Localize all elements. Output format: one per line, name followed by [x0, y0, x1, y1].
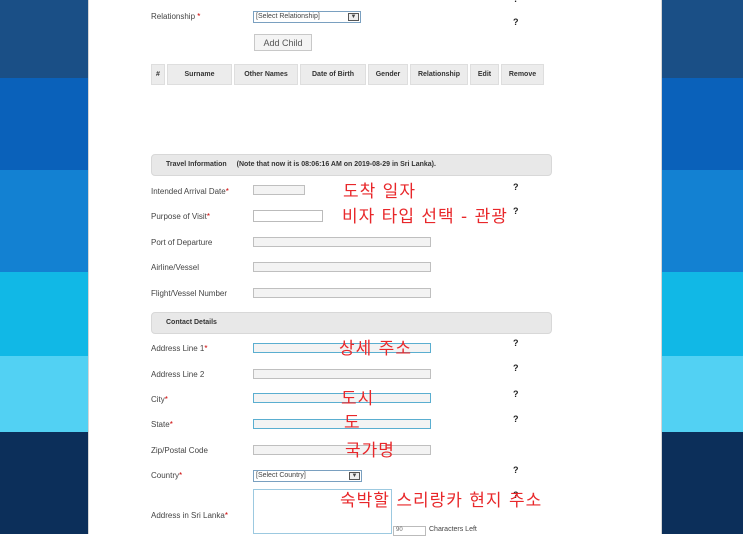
bg-band	[0, 170, 88, 272]
bg-band	[662, 78, 743, 170]
flight-number-label: Flight/Vessel Number	[151, 289, 228, 298]
arrival-date-input[interactable]	[253, 185, 305, 195]
label-text: Country	[151, 471, 180, 480]
table-header-edit: Edit	[470, 64, 499, 85]
address-line1-help-icon[interactable]: ?	[513, 338, 519, 348]
required-marker: *	[225, 187, 229, 196]
travel-information-header: Travel Information (Note that now it is …	[151, 154, 552, 176]
chevron-down-icon: ▼	[348, 13, 359, 21]
label-text: Intended Arrival Date	[151, 187, 226, 196]
city-help-icon[interactable]: ?	[513, 389, 519, 399]
bg-band	[662, 0, 743, 78]
bg-band	[0, 78, 88, 170]
label-text: Address Line 1	[151, 344, 205, 353]
table-header-other-names: Other Names	[234, 64, 298, 85]
bg-band	[0, 0, 88, 78]
arrival-date-help-icon[interactable]: ?	[513, 182, 519, 192]
help-icon[interactable]: ?	[513, 0, 519, 4]
annotation-address-detail: 상세 주소	[339, 339, 412, 359]
bg-band	[662, 170, 743, 272]
annotation-state: 도	[344, 413, 361, 433]
required-marker: *	[164, 395, 168, 404]
zip-code-input[interactable]	[253, 445, 431, 455]
bg-band	[0, 356, 88, 432]
children-table-header: # Surname Other Names Date of Birth Gend…	[151, 64, 554, 85]
port-of-departure-input[interactable]	[253, 237, 431, 247]
left-background-panel	[0, 0, 88, 534]
address-line1-label: Address Line 1*	[151, 344, 208, 353]
required-marker: *	[204, 344, 208, 353]
characters-left-counter: 90	[393, 526, 426, 536]
bg-band	[662, 272, 743, 356]
bg-band	[0, 272, 88, 356]
relationship-help-icon[interactable]: ?	[513, 17, 519, 27]
contact-details-header: Contact Details	[151, 312, 552, 334]
table-header-remove: Remove	[501, 64, 544, 85]
port-of-departure-label: Port of Departure	[151, 238, 213, 247]
chevron-down-icon: ▼	[349, 472, 360, 480]
purpose-of-visit-label: Purpose of Visit*	[151, 212, 210, 221]
label-text: State	[151, 420, 170, 429]
purpose-of-visit-select[interactable]	[253, 210, 323, 222]
flight-number-input[interactable]	[253, 288, 431, 298]
country-label: Country*	[151, 471, 182, 480]
relationship-select-value: [Select Relationship]	[256, 13, 320, 20]
relationship-label: Relationship *	[151, 12, 200, 21]
section-title: Travel Information	[166, 161, 227, 168]
table-header-relationship: Relationship	[410, 64, 468, 85]
address-line2-help-icon[interactable]: ?	[513, 363, 519, 373]
required-marker: *	[197, 12, 201, 21]
address-line2-input[interactable]	[253, 369, 431, 379]
annotation-visa-type: 비자 타입 선택 - 관광	[342, 207, 508, 227]
required-marker: *	[224, 511, 228, 520]
annotation-country-name: 국가명	[345, 441, 395, 461]
state-input[interactable]	[253, 419, 431, 429]
required-marker: *	[169, 420, 173, 429]
table-header-gender: Gender	[368, 64, 408, 85]
purpose-help-icon[interactable]: ?	[513, 206, 519, 216]
bg-band	[662, 356, 743, 432]
state-help-icon[interactable]: ?	[513, 414, 519, 424]
label-text: Purpose of Visit	[151, 212, 207, 221]
add-child-button[interactable]: Add Child	[254, 34, 312, 51]
state-label: State*	[151, 420, 173, 429]
sri-lanka-address-label: Address in Sri Lanka*	[151, 511, 228, 520]
country-help-icon[interactable]: ?	[513, 465, 519, 475]
airline-vessel-input[interactable]	[253, 262, 431, 272]
table-header-number: #	[151, 64, 165, 85]
city-label: City*	[151, 395, 168, 404]
label-text: Address in Sri Lanka	[151, 511, 225, 520]
annotation-arrival-date: 도착 일자	[343, 182, 416, 202]
label-text: City	[151, 395, 165, 404]
country-select[interactable]: [Select Country] ▼	[253, 470, 362, 482]
zip-code-label: Zip/Postal Code	[151, 446, 208, 455]
table-header-surname: Surname	[167, 64, 232, 85]
bg-band	[0, 432, 88, 534]
annotation-city: 도시	[341, 389, 375, 409]
country-select-value: [Select Country]	[256, 472, 306, 479]
relationship-label-text: Relationship	[151, 12, 196, 21]
bg-band	[662, 432, 743, 534]
relationship-select[interactable]: [Select Relationship] ▼	[253, 11, 361, 23]
arrival-date-label: Intended Arrival Date*	[151, 187, 229, 196]
characters-left-label: Characters Left	[429, 526, 477, 533]
airline-vessel-label: Airline/Vessel	[151, 263, 200, 272]
required-marker: *	[179, 471, 183, 480]
required-marker: *	[206, 212, 211, 221]
time-note: (Note that now it is 08:06:16 AM on 2019…	[236, 161, 436, 168]
table-header-dob: Date of Birth	[300, 64, 366, 85]
address-line2-label: Address Line 2	[151, 370, 205, 379]
annotation-sri-lanka-address: 숙박할 스리랑카 현지 주소	[340, 491, 543, 511]
right-background-panel	[662, 0, 743, 534]
